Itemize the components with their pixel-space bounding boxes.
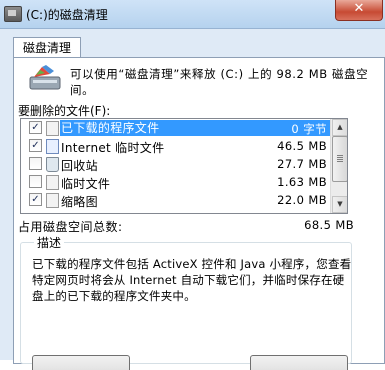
list-item[interactable]: ✓ 缩略图 22.0 MB (21, 191, 331, 209)
item-checkbox[interactable]: ✓ (29, 121, 42, 134)
tab-disk-cleanup[interactable]: 磁盘清理 (13, 37, 81, 58)
list-item[interactable]: ✓ Internet 临时文件 46.5 MB (21, 137, 331, 155)
files-listbox[interactable]: ✓ 已下载的程序文件 0 字节 ✓ Internet 临时文件 46.5 MB … (20, 118, 348, 214)
total-space-value: 68.5 MB (304, 218, 354, 232)
file-icon (46, 175, 59, 190)
item-name: Internet 临时文件 (61, 141, 165, 155)
item-name: 回收站 (61, 159, 98, 173)
item-name: 缩略图 (61, 195, 98, 209)
scroll-up-arrow-icon[interactable]: ▲ (332, 119, 347, 136)
description-text: 已下载的程序文件包括 ActiveX 控件和 Java 小程序，您查看特定网页时… (32, 257, 352, 303)
item-checkbox[interactable]: ✓ (29, 139, 42, 152)
item-size: 27.7 MB (277, 157, 327, 171)
item-size: 46.5 MB (277, 139, 327, 153)
item-checkbox[interactable]: ✓ (29, 193, 42, 206)
recycle-bin-icon (46, 157, 59, 172)
files-to-delete-label: 要删除的文件(F): (18, 104, 111, 118)
close-button[interactable]: ✕ (335, 0, 383, 21)
description-title: 描述 (34, 234, 65, 251)
title-bar: (C:)的磁盘清理 ✕ (0, 0, 385, 29)
tab-panel: 可以使用“磁盘清理”来释放 (C:) 上的 98.2 MB 磁盘空间。 要删除的… (13, 57, 385, 370)
item-size: 22.0 MB (277, 193, 327, 207)
view-files-button[interactable] (32, 355, 130, 370)
disk-cleanup-app-icon (4, 6, 22, 22)
file-icon (46, 121, 59, 136)
item-name: 临时文件 (61, 177, 111, 191)
item-checkbox[interactable] (29, 157, 42, 170)
window-title: (C:)的磁盘清理 (26, 8, 108, 22)
item-checkbox[interactable] (29, 175, 42, 188)
disk-cleanup-icon (29, 65, 61, 90)
internet-files-icon (46, 139, 59, 154)
item-size: 0 字节 (291, 122, 327, 136)
file-icon (46, 193, 59, 208)
list-item[interactable]: 回收站 27.7 MB (21, 155, 331, 173)
dialog-body: 磁盘清理 可以使用“磁盘清理”来释放 (C:) 上的 98.2 MB 磁盘空间。… (0, 29, 385, 370)
clean-system-files-button[interactable] (250, 355, 348, 370)
vertical-scrollbar[interactable]: ▲ ▼ (330, 119, 347, 213)
scroll-down-arrow-icon[interactable]: ▼ (332, 196, 347, 213)
summary-text: 可以使用“磁盘清理”来释放 (C:) 上的 98.2 MB 磁盘空间。 (70, 67, 369, 97)
list-item[interactable]: 临时文件 1.63 MB (21, 173, 331, 191)
total-space-label: 占用磁盘空间总数: (18, 220, 123, 234)
list-item[interactable]: ✓ 已下载的程序文件 0 字节 (21, 119, 335, 137)
item-size: 1.63 MB (277, 175, 327, 189)
scroll-thumb[interactable] (332, 136, 347, 182)
